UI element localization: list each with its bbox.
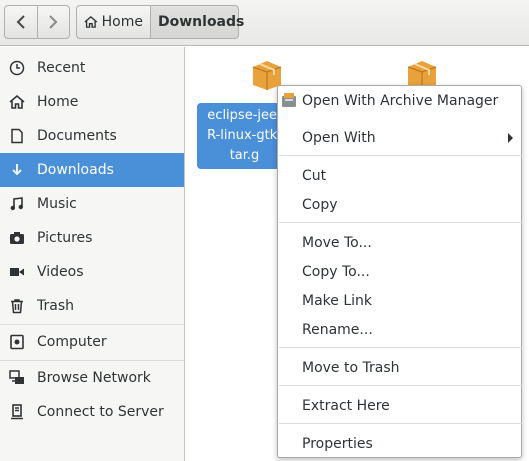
trash-icon [9, 298, 25, 314]
breadcrumb-home-label: Home [101, 14, 143, 30]
menu-item-cut[interactable]: Cut [278, 162, 521, 190]
context-menu: Open With Archive Manager Open With Cut … [277, 85, 522, 458]
menu-separator [279, 222, 522, 223]
download-icon [9, 162, 25, 178]
sidebar-item-label: Downloads [37, 162, 114, 178]
submenu-arrow-icon [508, 133, 513, 143]
sidebar-item-browse-network[interactable]: Browse Network [0, 361, 184, 395]
sidebar-item-label: Connect to Server [37, 404, 164, 420]
menu-item-move-to[interactable]: Move To... [278, 229, 521, 257]
network-icon [9, 370, 25, 386]
breadcrumb: Home Downloads [76, 5, 244, 39]
music-icon [9, 196, 25, 212]
menu-separator [279, 385, 522, 386]
sidebar-item-computer[interactable]: Computer [0, 325, 184, 359]
sidebar-item-label: Trash [37, 298, 74, 314]
navigation-buttons [4, 5, 70, 39]
sidebar-item-trash[interactable]: Trash [0, 289, 184, 323]
sidebar-item-label: Videos [37, 264, 84, 280]
menu-item-make-link[interactable]: Make Link [278, 287, 521, 315]
archive-manager-icon [282, 93, 296, 107]
breadcrumb-home[interactable]: Home [76, 5, 151, 39]
camera-icon [9, 230, 25, 246]
sidebar-item-music[interactable]: Music [0, 187, 184, 221]
sidebar-item-label: Music [37, 196, 77, 212]
forward-icon [49, 15, 58, 29]
sidebar-item-label: Recent [37, 60, 86, 76]
header-bar: Home Downloads [0, 0, 529, 46]
home-icon [9, 94, 25, 110]
sidebar-item-videos[interactable]: Videos [0, 255, 184, 289]
menu-item-move-to-trash[interactable]: Move to Trash [278, 354, 521, 382]
sidebar-item-label: Computer [37, 334, 107, 350]
back-icon [16, 15, 25, 29]
sidebar-item-downloads[interactable]: Downloads [0, 153, 184, 187]
sidebar-item-label: Pictures [37, 230, 93, 246]
home-icon [84, 15, 98, 28]
computer-icon [9, 334, 25, 350]
menu-item-properties[interactable]: Properties [278, 430, 521, 458]
sidebar: Recent Home Documents Downloads Music Pi… [0, 47, 185, 461]
document-icon [9, 128, 25, 144]
breadcrumb-downloads-label: Downloads [158, 14, 245, 30]
sidebar-item-pictures[interactable]: Pictures [0, 221, 184, 255]
menu-item-extract-here[interactable]: Extract Here [278, 392, 521, 420]
menu-item-copy-to[interactable]: Copy To... [278, 258, 521, 286]
sidebar-item-recent[interactable]: Recent [0, 51, 184, 85]
menu-separator [279, 347, 522, 348]
menu-separator [279, 155, 522, 156]
menu-item-open-with-archive-manager[interactable]: Open With Archive Manager [278, 87, 521, 115]
breadcrumb-downloads[interactable]: Downloads [151, 5, 244, 39]
sidebar-item-label: Home [37, 94, 79, 110]
server-icon [9, 404, 25, 420]
back-button[interactable] [5, 6, 37, 38]
sidebar-item-documents[interactable]: Documents [0, 119, 184, 153]
menu-item-rename[interactable]: Rename... [278, 316, 521, 344]
sidebar-item-label: Documents [37, 128, 117, 144]
sidebar-item-connect-to-server[interactable]: Connect to Server [0, 395, 184, 429]
menu-separator [279, 423, 522, 424]
clock-icon [9, 60, 25, 76]
menu-item-copy[interactable]: Copy [278, 191, 521, 219]
video-icon [9, 264, 25, 280]
menu-item-open-with[interactable]: Open With [278, 124, 521, 152]
forward-button[interactable] [36, 6, 69, 38]
sidebar-item-home[interactable]: Home [0, 85, 184, 119]
sidebar-item-label: Browse Network [37, 370, 151, 386]
